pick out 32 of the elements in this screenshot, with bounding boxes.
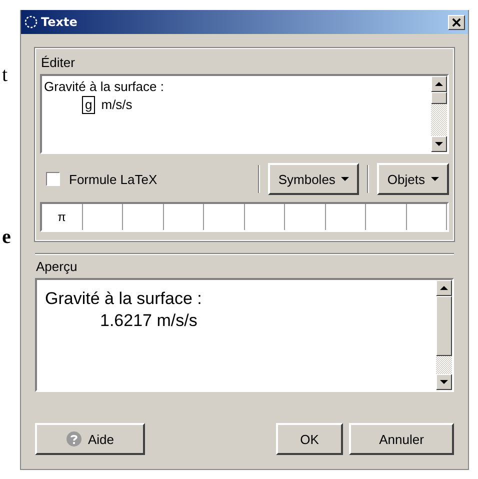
panel-label: Éditer: [40, 54, 76, 72]
up-arrow-icon: [435, 82, 443, 86]
caret-icon: [341, 177, 350, 181]
dropdown-button[interactable]: Objets: [377, 163, 449, 195]
close-button[interactable]: [448, 14, 465, 30]
checkbox[interactable]: [46, 172, 60, 186]
cancel-button[interactable]: Annuler: [349, 423, 454, 455]
help-icon: [66, 431, 82, 447]
ok-button[interactable]: OK: [276, 423, 343, 455]
dropdown-button[interactable]: Symboles: [268, 163, 360, 195]
background-text: e: [2, 226, 11, 249]
up-arrow-icon: [440, 286, 448, 290]
preview-text: Gravité à la surface :: [45, 288, 203, 310]
window-title: Texte: [41, 15, 78, 29]
checkbox-label: Formule LaTeX: [69, 172, 158, 186]
down-arrow-icon: [440, 380, 448, 384]
down-arrow-icon: [435, 142, 443, 146]
preview-text: 1.6217 m/s/s: [99, 310, 198, 332]
object-field[interactable]: g: [82, 96, 96, 114]
close-icon: [452, 18, 461, 26]
scrollbar[interactable]: [436, 280, 452, 390]
scrollbar-thumb[interactable]: [431, 92, 447, 104]
editor-text: m/s/s: [101, 96, 132, 114]
scrollbar[interactable]: [431, 76, 447, 152]
background-text: t: [2, 64, 8, 87]
help-button[interactable]: Aide: [35, 423, 145, 455]
text-editor[interactable]: Gravité à la surface : g m/s/s: [40, 74, 449, 154]
editor-text: Gravité à la surface :: [44, 78, 165, 96]
caret-icon: [431, 177, 439, 181]
scrollbar-thumb[interactable]: [436, 296, 452, 356]
panel-label: Aperçu: [35, 259, 78, 276]
circle-icon: [24, 15, 38, 29]
